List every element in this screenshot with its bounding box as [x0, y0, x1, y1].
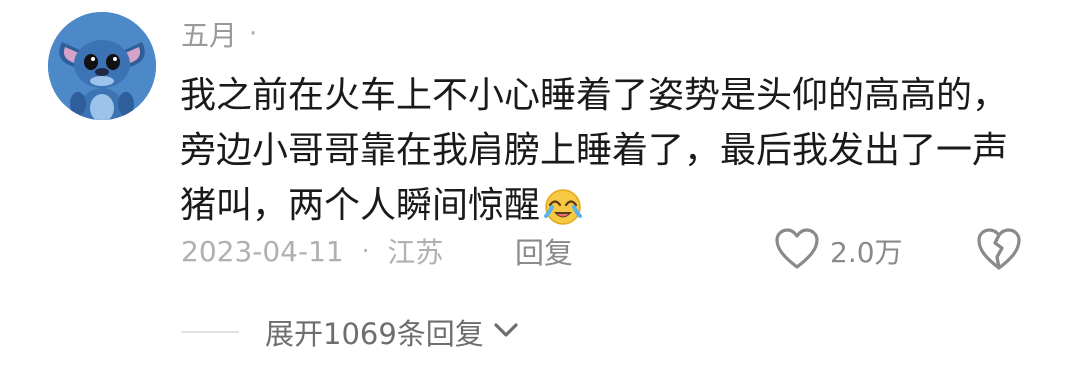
comment-date: 2023-04-11 [181, 234, 344, 268]
avatar[interactable] [48, 12, 156, 120]
comment-location: 江苏 [387, 236, 444, 269]
broken-heart-icon [975, 228, 1023, 276]
comment-line-1: 我之前在火车上不小心睡着了姿势是头仰的高高的， [180, 75, 1009, 116]
meta-separator: · [361, 237, 370, 265]
username[interactable]: 五月 [181, 14, 237, 54]
heart-outline-icon [774, 227, 820, 275]
comment-meta: 2023-04-11 · 江苏 [181, 228, 443, 274]
dislike-button[interactable] [975, 226, 1023, 274]
chevron-down-icon [492, 320, 520, 344]
expand-replies-label: 展开1069条回复 [265, 317, 484, 351]
comment-line-3-text: 猪叫，两个人瞬间惊醒 [180, 185, 541, 226]
username-dot: · [249, 19, 258, 49]
comment-header: 五月 · [181, 14, 257, 54]
divider-line [181, 331, 239, 333]
like-button[interactable]: 2.0万 [774, 226, 903, 276]
comment-line-3: 猪叫，两个人瞬间惊醒 [180, 178, 1040, 233]
comment-line-2: 旁边小哥哥靠在我肩膀上睡着了，最后我发出了一声 [180, 130, 1009, 171]
like-count: 2.0万 [830, 236, 903, 269]
comment-text: 我之前在火车上不小心睡着了姿势是头仰的高高的， 旁边小哥哥靠在我肩膀上睡着了，最… [180, 68, 1040, 233]
laughing-crying-emoji-icon [542, 185, 584, 227]
reply-button[interactable]: 回复 [515, 228, 573, 274]
expand-replies-button[interactable]: 展开1069条回复 [181, 310, 520, 354]
stitch-avatar-image [48, 12, 156, 120]
reply-label: 回复 [515, 236, 574, 270]
